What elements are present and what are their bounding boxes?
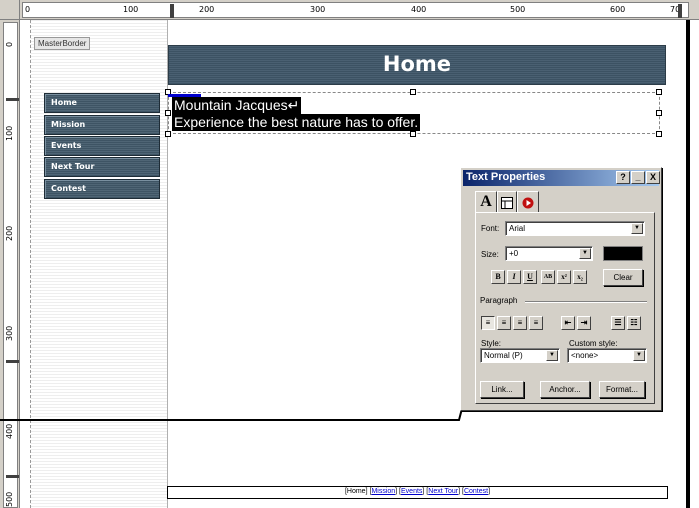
custom-style-value: <none> <box>571 351 599 360</box>
font-label: Font: <box>481 224 500 233</box>
subscript-button[interactable]: x₂ <box>573 270 587 284</box>
footer-link-events[interactable]: Events <box>401 488 422 495</box>
font-value: Arial <box>509 224 526 233</box>
chevron-down-icon: ▼ <box>579 248 591 259</box>
footer-link-next-tour[interactable]: Next Tour <box>428 488 458 495</box>
style-label: Style: <box>481 339 502 348</box>
numbered-list-icon[interactable]: ☰ <box>611 316 625 330</box>
style-select[interactable]: Normal (P) ▼ <box>480 348 560 363</box>
footer-link-mission[interactable]: Mission <box>371 488 395 495</box>
anchor-button[interactable]: Anchor... <box>540 381 590 398</box>
minimize-button[interactable]: _ <box>631 171 645 184</box>
tab-table[interactable] <box>497 191 517 213</box>
footer-link-home[interactable]: Home <box>347 488 366 495</box>
text-properties-panel[interactable]: Text Properties ? _ X A Font: Arial ▼ Si… <box>460 167 662 411</box>
tab-text[interactable]: A <box>475 191 497 213</box>
align-center-icon[interactable]: ≡ <box>497 316 511 330</box>
align-justify-icon[interactable]: ≡ <box>529 316 543 330</box>
paragraph-separator <box>525 301 647 302</box>
superscript-button[interactable]: x² <box>557 270 571 284</box>
chevron-down-icon: ▼ <box>631 223 643 234</box>
outdent-icon[interactable]: ⇤ <box>561 316 575 330</box>
tab-record[interactable] <box>517 191 539 213</box>
custom-style-label: Custom style: <box>569 339 618 348</box>
align-right-icon[interactable]: ≡ <box>513 316 527 330</box>
size-value: +0 <box>509 249 519 258</box>
ruler-corner <box>0 0 20 20</box>
chevron-down-icon: ▼ <box>546 350 558 361</box>
close-button[interactable]: X <box>646 171 660 184</box>
style-value: Normal (P) <box>484 351 523 360</box>
chevron-down-icon: ▼ <box>633 350 645 361</box>
custom-style-select[interactable]: <none> ▼ <box>567 348 647 363</box>
footer-nav: [Home] [Mission] [Events] [Next Tour] [C… <box>167 486 668 499</box>
bold-button[interactable]: B <box>491 270 505 284</box>
clear-button[interactable]: Clear <box>603 269 643 286</box>
italic-button[interactable]: I <box>507 270 521 284</box>
align-left-icon[interactable]: ≡ <box>481 316 495 330</box>
panel-body <box>475 212 655 404</box>
format-button[interactable]: Format... <box>599 381 645 398</box>
record-icon <box>522 197 534 209</box>
table-icon <box>501 197 513 209</box>
underline-button[interactable]: U <box>523 270 537 284</box>
paragraph-label: Paragraph <box>480 296 518 305</box>
footer-link-contest[interactable]: Contest <box>464 488 488 495</box>
panel-title: Text Properties <box>466 171 546 183</box>
link-button[interactable]: Link... <box>480 381 524 398</box>
indent-icon[interactable]: ⇥ <box>577 316 591 330</box>
bulleted-list-icon[interactable]: ☷ <box>627 316 641 330</box>
font-select[interactable]: Arial ▼ <box>505 221 645 236</box>
size-select[interactable]: +0 ▼ <box>505 246 593 261</box>
footer-links: [Home] [Mission] [Events] [Next Tour] [C… <box>344 488 491 495</box>
strikethrough-button[interactable]: AB <box>541 270 555 284</box>
text-format-icon: A <box>480 193 492 210</box>
text-color-swatch[interactable] <box>603 246 643 261</box>
size-label: Size: <box>481 250 499 259</box>
help-button[interactable]: ? <box>616 171 630 184</box>
